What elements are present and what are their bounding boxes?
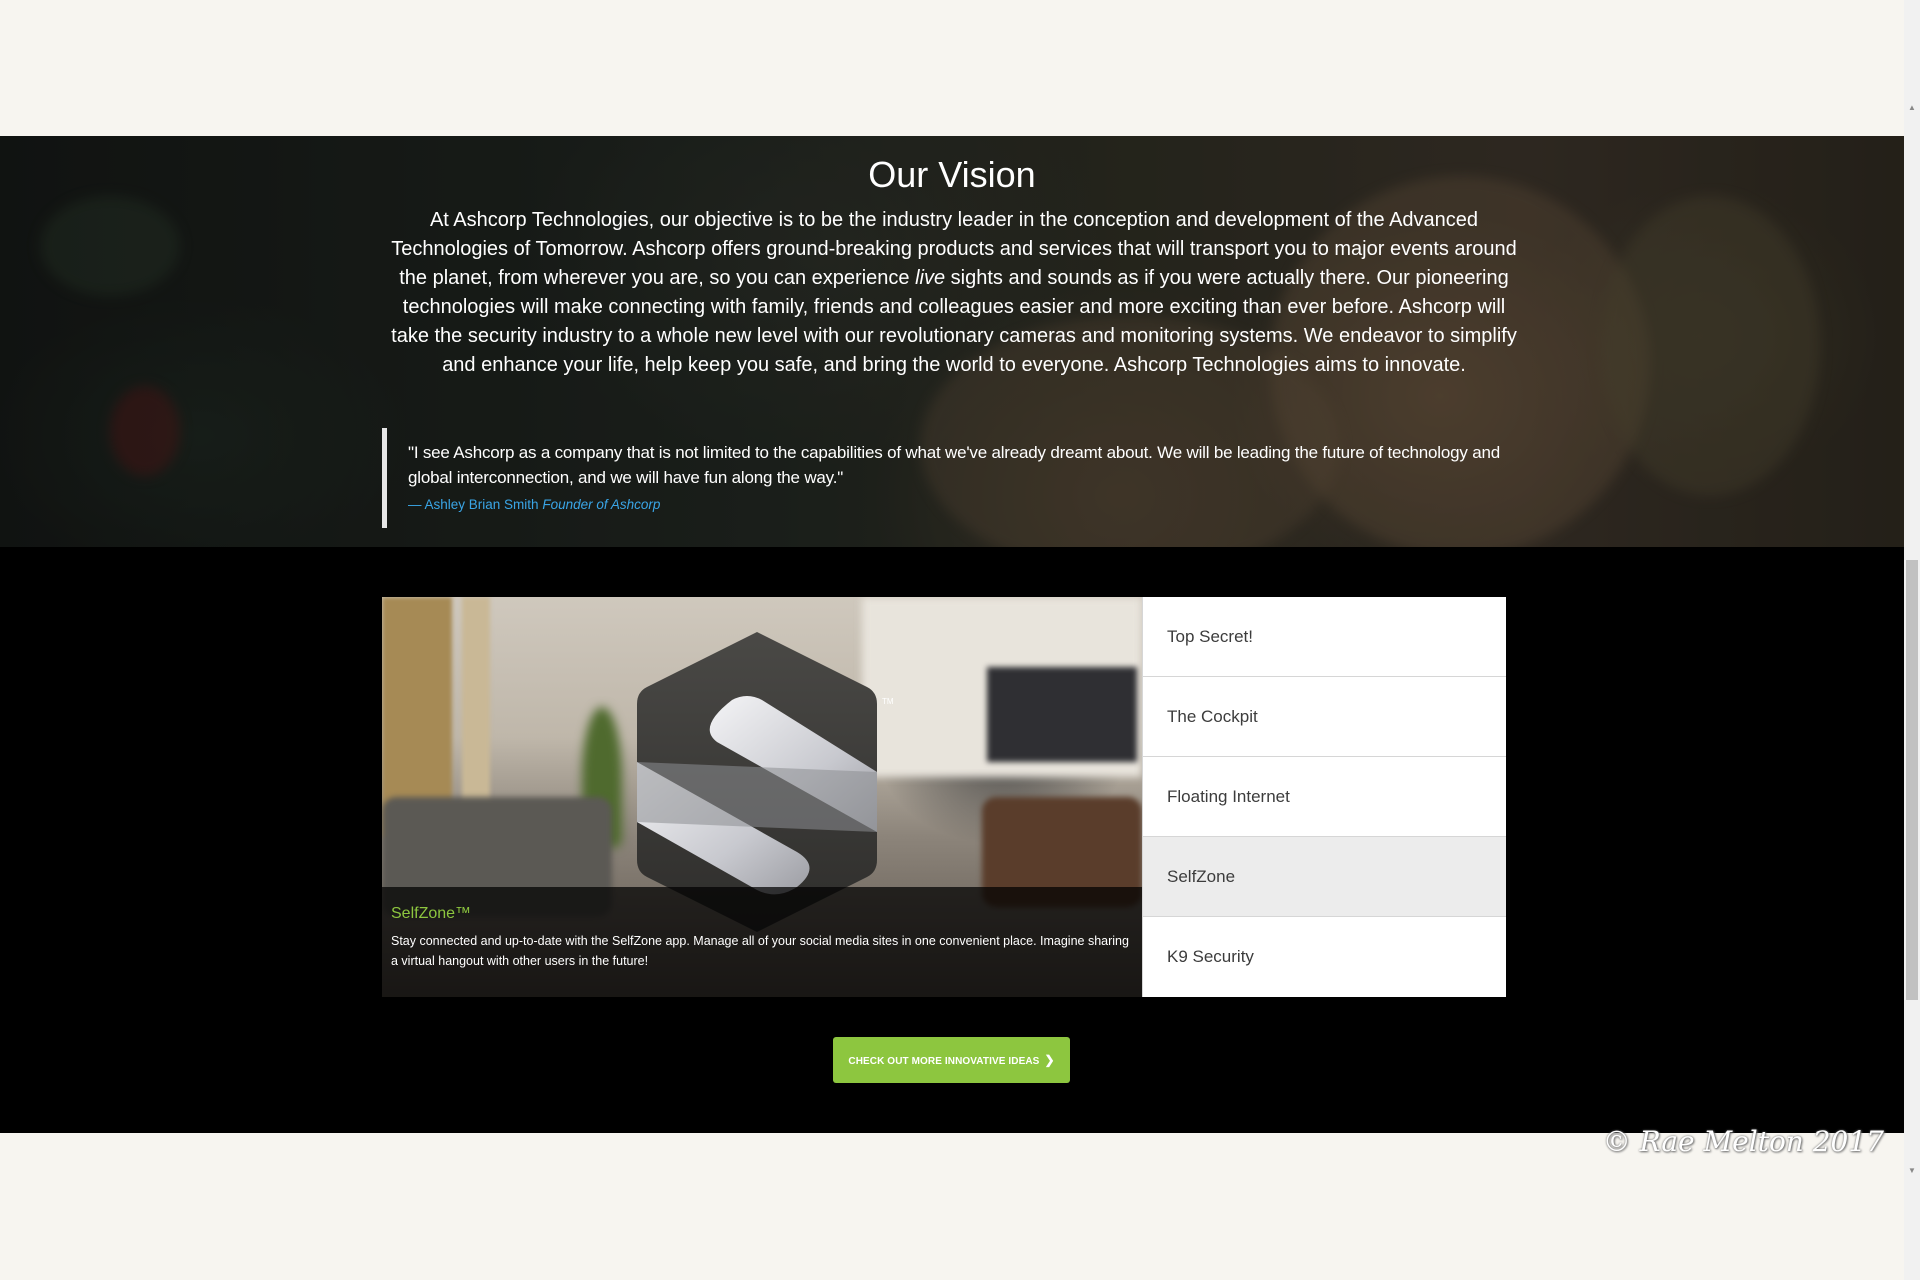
products-section: TM SelfZone™ Stay connected and up-to-da… xyxy=(0,547,1904,1133)
trademark-mark: TM xyxy=(882,697,894,706)
scroll-down-arrow-icon[interactable]: ▼ xyxy=(1904,1163,1920,1179)
vision-title: Our Vision xyxy=(868,154,1036,195)
scrollbar-thumb[interactable] xyxy=(1906,560,1918,1000)
scroll-up-arrow-icon[interactable]: ▲ xyxy=(1904,100,1920,116)
more-ideas-button[interactable]: CHECK OUT MORE INNOVATIVE IDEAS ❯ xyxy=(833,1037,1070,1083)
feature-caption: SelfZone™ Stay connected and up-to-date … xyxy=(382,887,1142,997)
chevron-right-icon: ❯ xyxy=(1044,1053,1055,1067)
feature-description: Stay connected and up-to-date with the S… xyxy=(391,934,1129,968)
tab-floating-internet[interactable]: Floating Internet xyxy=(1142,757,1506,837)
feature-panel: TM SelfZone™ Stay connected and up-to-da… xyxy=(382,597,1142,997)
tab-selfzone[interactable]: SelfZone xyxy=(1142,837,1506,917)
vision-body: At Ashcorp Technologies, our objective i… xyxy=(391,209,1517,376)
page: Our Vision At Ashcorp Technologies, our … xyxy=(0,0,1904,1280)
tab-the-cockpit[interactable]: The Cockpit xyxy=(1142,677,1506,757)
feature-title: SelfZone™ xyxy=(391,905,472,922)
product-tabs: Top Secret! The Cockpit Floating Interne… xyxy=(1142,597,1506,997)
vision-body-emphasis: live xyxy=(915,267,946,289)
tab-top-secret[interactable]: Top Secret! xyxy=(1142,597,1506,677)
more-ideas-label: CHECK OUT MORE INNOVATIVE IDEAS xyxy=(848,1056,1040,1067)
quote-citation: — Ashley Brian Smith Founder of Ashcorp xyxy=(408,497,661,512)
tab-k9-security[interactable]: K9 Security xyxy=(1142,917,1506,997)
vertical-scrollbar[interactable]: ▲ ▼ xyxy=(1904,0,1920,1280)
vision-section: Our Vision At Ashcorp Technologies, our … xyxy=(0,136,1904,547)
founder-quote: "I see Ashcorp as a company that is not … xyxy=(382,428,1512,528)
quote-text: "I see Ashcorp as a company that is not … xyxy=(408,443,1500,487)
copyright-signature: © Rae Melton 2017 xyxy=(1602,1125,1884,1158)
